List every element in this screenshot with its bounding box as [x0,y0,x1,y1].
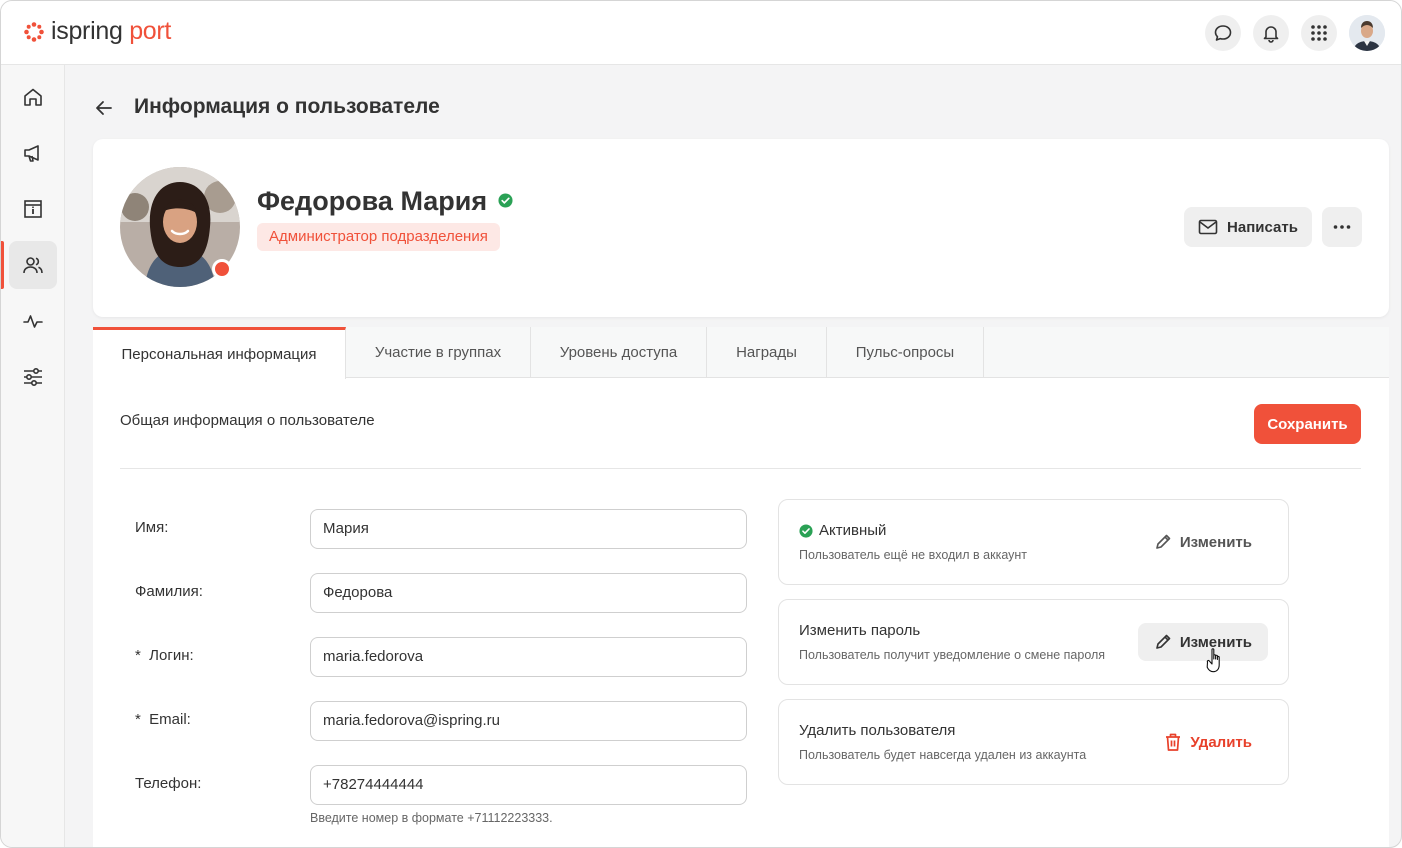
ispring-logo-icon [24,21,44,42]
first-name-input[interactable]: Мария [310,509,747,549]
trash-icon [1166,733,1181,751]
top-actions [1205,15,1385,51]
sidebar-item-users[interactable] [9,241,57,289]
delete-user-box: Удалить пользователя Пользователь будет … [778,699,1289,785]
more-horizontal-icon [1333,225,1351,229]
first-name-label: Имя: [135,519,169,536]
phone-input[interactable]: +78274444444 [310,765,747,805]
user-details-card: Персональная информация Участие в группа… [93,327,1389,847]
tab-pulse-surveys[interactable]: Пульс-опросы [827,327,984,378]
delete-user-title: Удалить пользователя [799,722,956,739]
write-message-button[interactable]: Написать [1184,207,1312,247]
mail-icon [1198,219,1218,235]
activity-icon [23,315,43,328]
user-avatar [120,167,240,287]
pencil-icon [1156,634,1171,649]
hand-cursor-icon [1206,648,1220,673]
status-subtitle: Пользователь ещё не входил в аккаунт [799,548,1028,562]
delete-user-button[interactable]: Удалить [1148,723,1268,761]
sidebar-item-activity[interactable] [9,297,57,345]
login-input[interactable]: maria.fedorova [310,637,747,677]
app-window: ispring port Информация о пользователе Ф… [0,0,1402,848]
last-name-input[interactable]: Федорова [310,573,747,613]
chat-icon [1214,25,1232,41]
sidebar-item-info[interactable] [9,185,57,233]
pencil-icon [1156,534,1171,549]
sidebar-item-news[interactable] [9,129,57,177]
verified-check-icon [498,193,513,208]
logo[interactable]: ispring port [23,17,171,46]
delete-user-subtitle: Пользователь будет навсегда удален из ак… [799,748,1087,762]
bell-icon [1263,26,1279,43]
arrow-left-icon [96,101,112,115]
apps-grid-icon [1311,25,1327,41]
current-user-photo [1349,15,1385,51]
tab-personal-info[interactable]: Персональная информация [93,327,346,379]
section-divider [120,468,1361,469]
back-button[interactable] [93,97,115,124]
chat-button[interactable] [1205,15,1241,51]
megaphone-icon [24,145,39,162]
tab-awards[interactable]: Награды [707,327,827,378]
section-title: Общая информация о пользователе [120,412,375,429]
settings-sliders-icon [24,367,42,387]
more-actions-button[interactable] [1322,207,1362,247]
users-icon [23,257,43,274]
page-title: Информация о пользователе [134,95,440,118]
tab-groups[interactable]: Участие в группах [346,327,531,378]
profile-card: Федорова Мария Администратор подразделен… [93,139,1389,317]
home-icon [24,88,42,106]
email-label: * Email: [135,711,191,728]
password-title: Изменить пароль [799,622,921,639]
delete-user-label: Удалить [1190,733,1252,751]
sidebar-item-settings[interactable] [9,353,57,401]
sidebar-item-home[interactable] [9,73,57,121]
login-label: * Логин: [135,647,194,664]
phone-hint: Введите номер в формате +71112223333. [310,811,553,825]
active-check-icon [799,523,813,538]
info-board-icon [24,200,42,218]
write-message-label: Написать [1227,218,1298,236]
sidebar [1,65,65,847]
current-user-avatar[interactable] [1349,15,1385,51]
apps-button[interactable] [1301,15,1337,51]
notifications-button[interactable] [1253,15,1289,51]
password-subtitle: Пользователь получит уведомление о смене… [799,648,1106,662]
top-bar: ispring port [1,1,1401,65]
tabs-bar: Персональная информация Участие в группа… [93,327,1389,379]
user-name: Федорова Мария [257,186,488,216]
sidebar-active-marker [1,241,4,289]
email-input[interactable]: maria.fedorova@ispring.ru [310,701,747,741]
change-status-label: Изменить [1179,533,1252,551]
status-title: Активный [799,522,886,539]
tab-access-level[interactable]: Уровень доступа [531,327,707,378]
change-status-button[interactable]: Изменить [1138,523,1268,561]
save-button[interactable]: Сохранить [1254,404,1361,444]
status-title-text: Активный [819,522,887,539]
phone-label: Телефон: [135,775,202,792]
logo-text: ispring port [51,17,172,45]
role-badge: Администратор подразделения [257,223,500,251]
online-status-dot [212,259,232,279]
status-box: Активный Пользователь ещё не входил в ак… [778,499,1289,585]
last-name-label: Фамилия: [135,583,203,600]
change-password-button[interactable]: Изменить [1137,623,1268,661]
